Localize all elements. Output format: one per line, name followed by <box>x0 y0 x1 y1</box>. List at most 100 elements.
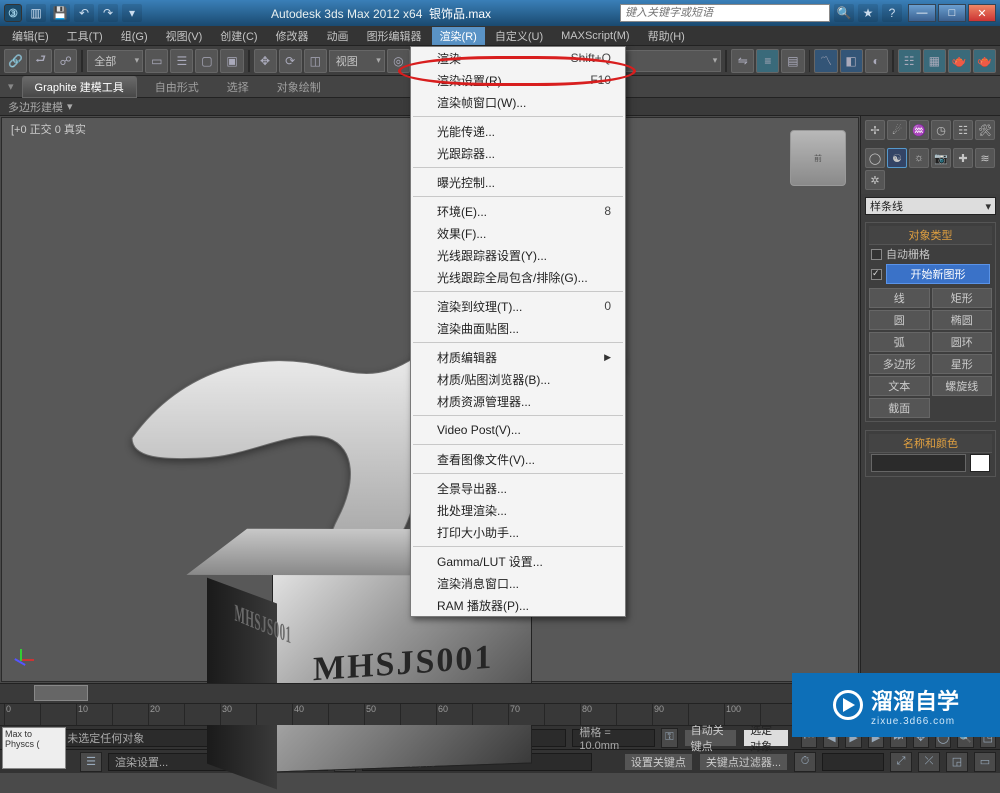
startshape-button[interactable]: 开始新图形 <box>886 264 990 284</box>
link-icon[interactable]: 🔗 <box>4 49 27 73</box>
select-name-icon[interactable]: ☰ <box>170 49 193 73</box>
tab-modify-icon[interactable]: ☄ <box>887 120 907 140</box>
maxscript-mini-listener[interactable]: Max to Physcs ( <box>2 727 66 769</box>
startshape-checkbox[interactable] <box>871 269 882 280</box>
tab-selection[interactable]: 选择 <box>217 77 259 97</box>
btn-helix[interactable]: 螺旋线 <box>932 376 993 396</box>
named-selection-combo[interactable] <box>611 50 721 72</box>
mi-environment[interactable]: 环境(E)...8 <box>411 200 625 222</box>
mi-raytracer-settings[interactable]: 光线跟踪器设置(Y)... <box>411 244 625 266</box>
btn-section[interactable]: 截面 <box>869 398 930 418</box>
mi-batch-render[interactable]: 批处理渲染... <box>411 499 625 521</box>
tab-freeform[interactable]: 自由形式 <box>145 77 209 97</box>
btn-ngon[interactable]: 多边形 <box>869 354 930 374</box>
qat-open-icon[interactable]: ▥ <box>26 4 46 22</box>
align-icon[interactable]: ≡ <box>756 49 779 73</box>
time-config-icon[interactable]: ⏱ <box>794 752 816 772</box>
refcoord-combo[interactable]: 视图 <box>329 50 385 72</box>
keymode-toggle-icon[interactable]: ⚿ <box>661 728 677 748</box>
cat-helpers-icon[interactable]: ✚ <box>953 148 973 168</box>
mi-render[interactable]: 渲染Shift+Q <box>411 47 625 69</box>
menu-edit[interactable]: 编辑(E) <box>4 27 57 45</box>
select-icon[interactable]: ▭ <box>145 49 168 73</box>
rollout-title-objecttype[interactable]: 对象类型 <box>869 226 992 245</box>
infocenter-search-icon[interactable]: 🔍 <box>834 4 854 22</box>
schematic-icon[interactable]: ◧ <box>840 49 863 73</box>
mi-render-window[interactable]: 渲染帧窗口(W)... <box>411 91 625 113</box>
menu-tools[interactable]: 工具(T) <box>59 27 111 45</box>
qat-undo-icon[interactable]: ↶ <box>74 4 94 22</box>
close-button[interactable]: ✕ <box>968 4 996 22</box>
help-search-input[interactable] <box>620 4 830 22</box>
cat-cameras-icon[interactable]: 📷 <box>931 148 951 168</box>
btn-circle[interactable]: 圆 <box>869 310 930 330</box>
menu-modifiers[interactable]: 修改器 <box>268 27 317 45</box>
mi-light-tracer[interactable]: 光跟踪器... <box>411 142 625 164</box>
qat-redo-icon[interactable]: ↷ <box>98 4 118 22</box>
window-crossing-icon[interactable]: ▣ <box>220 49 243 73</box>
unlink-icon[interactable]: ⮐ <box>29 49 52 73</box>
menu-views[interactable]: 视图(V) <box>158 27 211 45</box>
render-last-icon[interactable]: 🫖 <box>973 49 996 73</box>
keyfilters-button[interactable]: 关键点过滤器... <box>699 753 788 771</box>
mi-material-editor[interactable]: 材质编辑器▶ <box>411 346 625 368</box>
object-color-swatch[interactable] <box>970 454 990 472</box>
autokey-button[interactable]: 自动关键点 <box>684 729 738 747</box>
mi-ram-player[interactable]: RAM 播放器(P)... <box>411 594 625 616</box>
rollout-title-namecolor[interactable]: 名称和颜色 <box>869 434 992 453</box>
curve-editor-icon[interactable]: 〽 <box>814 49 837 73</box>
render-icon[interactable]: 🫖 <box>948 49 971 73</box>
maximize-button[interactable]: □ <box>938 4 966 22</box>
cat-geometry-icon[interactable]: ◯ <box>865 148 885 168</box>
time-slider-thumb[interactable] <box>34 685 88 701</box>
mi-render-surface-map[interactable]: 渲染曲面贴图... <box>411 317 625 339</box>
move-icon[interactable]: ✥ <box>254 49 277 73</box>
autogrid-checkbox[interactable] <box>871 249 882 260</box>
pivot-icon[interactable]: ◎ <box>387 49 410 73</box>
tab-utilities-icon[interactable]: 🛠 <box>975 120 995 140</box>
menu-customize[interactable]: 自定义(U) <box>487 27 551 45</box>
create-subtype-combo[interactable]: 样条线 <box>865 197 996 215</box>
tab-hierarchy-icon[interactable]: ♒ <box>909 120 929 140</box>
nav-zoomext-icon[interactable]: ⤢ <box>890 752 912 772</box>
mi-render-to-texture[interactable]: 渲染到纹理(T)...0 <box>411 295 625 317</box>
mi-gamma[interactable]: Gamma/LUT 设置... <box>411 550 625 572</box>
mi-exposure[interactable]: 曝光控制... <box>411 171 625 193</box>
object-name-field[interactable] <box>871 454 966 472</box>
mi-material-explorer[interactable]: 材质资源管理器... <box>411 390 625 412</box>
nav-zoomall-icon[interactable]: ⤫ <box>918 752 940 772</box>
tab-motion-icon[interactable]: ◷ <box>931 120 951 140</box>
cat-spacewarps-icon[interactable]: ≋ <box>975 148 995 168</box>
mi-effects[interactable]: 效果(F)... <box>411 222 625 244</box>
tab-create-icon[interactable]: ✢ <box>865 120 885 140</box>
mi-radiosity[interactable]: 光能传递... <box>411 120 625 142</box>
mirror-icon[interactable]: ⇋ <box>731 49 754 73</box>
btn-ellipse[interactable]: 椭圆 <box>932 310 993 330</box>
menu-render[interactable]: 渲染(R) <box>432 27 485 45</box>
viewcube-icon[interactable]: 前 <box>790 130 846 186</box>
tab-paint[interactable]: 对象绘制 <box>267 77 331 97</box>
mi-print-size[interactable]: 打印大小助手... <box>411 521 625 543</box>
nav-region-icon[interactable]: ▭ <box>974 752 996 772</box>
current-frame-field[interactable] <box>822 753 884 771</box>
selection-filter-combo[interactable]: 全部 <box>87 50 143 72</box>
mi-view-image[interactable]: 查看图像文件(V)... <box>411 448 625 470</box>
render-frame-icon[interactable]: ▦ <box>923 49 946 73</box>
viewport-label[interactable]: [+0 正交 0 真实 <box>8 120 89 138</box>
btn-line[interactable]: 线 <box>869 288 930 308</box>
btn-rectangle[interactable]: 矩形 <box>932 288 993 308</box>
mi-render-setup[interactable]: 渲染设置(R)...F10 <box>411 69 625 91</box>
bind-icon[interactable]: ☍ <box>54 49 77 73</box>
cat-systems-icon[interactable]: ✲ <box>865 170 885 190</box>
cat-lights-icon[interactable]: ☼ <box>909 148 929 168</box>
minimize-button[interactable]: — <box>908 4 936 22</box>
rotate-icon[interactable]: ⟳ <box>279 49 302 73</box>
menu-animation[interactable]: 动画 <box>319 27 357 45</box>
btn-text[interactable]: 文本 <box>869 376 930 396</box>
material-editor-icon[interactable]: ◐ <box>865 49 888 73</box>
app-logo-icon[interactable]: ③ <box>4 4 22 22</box>
render-setup-icon[interactable]: ☷ <box>898 49 921 73</box>
qat-more-icon[interactable]: ▾ <box>122 4 142 22</box>
mi-material-browser[interactable]: 材质/贴图浏览器(B)... <box>411 368 625 390</box>
mi-raytrace-global[interactable]: 光线跟踪全局包含/排除(G)... <box>411 266 625 288</box>
